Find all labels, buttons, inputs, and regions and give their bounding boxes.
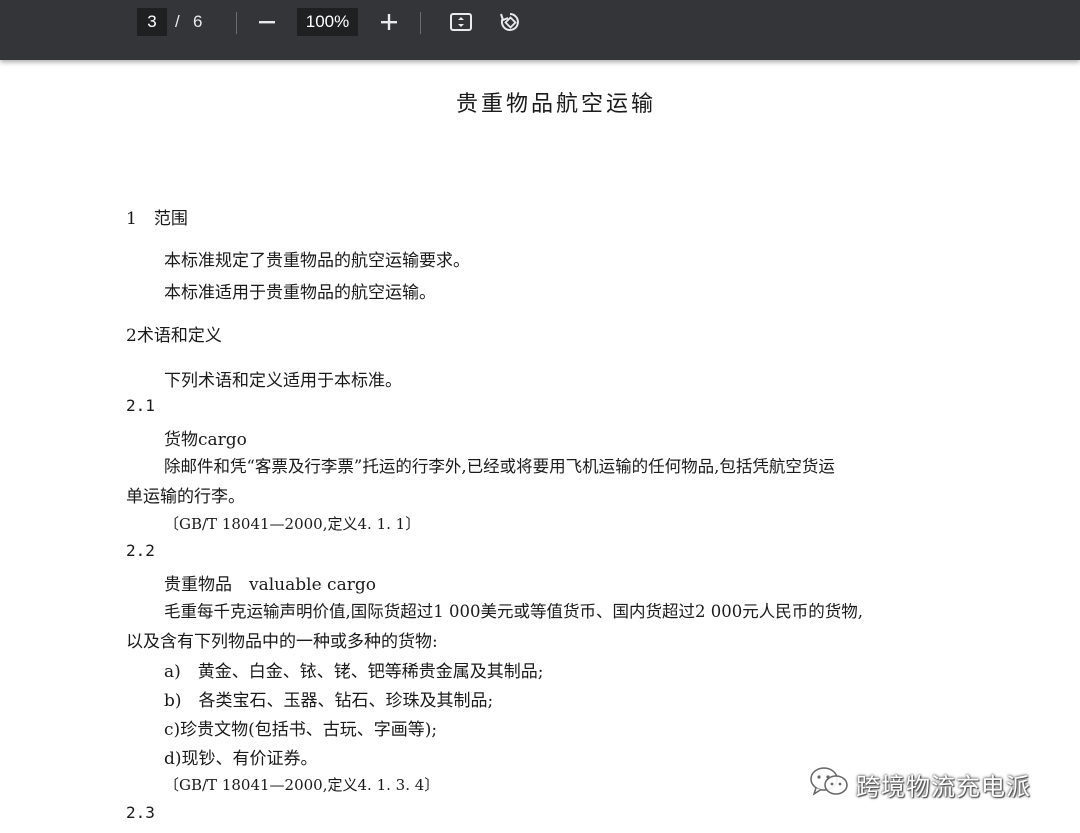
pdf-toolbar: 3 / 6 100% — [0, 0, 1080, 60]
list-item: b) 各类宝石、玉器、钻石、珍珠及其制品; — [164, 691, 494, 711]
document-title: 贵重物品航空运输 — [455, 92, 656, 117]
term-name: 贵重物品 valuable cargo — [164, 575, 376, 595]
zoom-in-icon[interactable] — [373, 6, 405, 38]
toolbar-divider — [420, 12, 421, 34]
clause-number: 2.2 — [126, 541, 155, 560]
term-name: 货物cargo — [164, 430, 247, 450]
term-definition: 单运输的行李。 — [126, 487, 245, 507]
term-definition: 毛重每千克运输声明价值,国际货超过1 000美元或等值货币、国内货超过2 000… — [164, 602, 863, 621]
term-definition: 以及含有下列物品中的一种或多种的货物: — [126, 632, 438, 652]
clause-number: 2.1 — [126, 396, 155, 415]
watermark: 跨境物流充电派 — [808, 762, 1031, 806]
term-definition: 除邮件和凭“客票及行李票”托运的行李外,已经或将要用飞机运输的任何物品,包括凭航… — [164, 457, 835, 476]
section-1-heading: 1 范围 — [126, 209, 188, 229]
list-item: d)现钞、有价证券。 — [164, 749, 318, 769]
section-1-paragraph: 本标准适用于贵重物品的航空运输。 — [164, 283, 436, 303]
fit-page-icon[interactable] — [445, 6, 477, 38]
total-pages: 6 — [193, 12, 203, 31]
page-separator: / — [175, 12, 180, 31]
reference-citation: 〔GB/T 18041—2000,定义4. 1. 1〕 — [164, 515, 421, 533]
page-number-input[interactable]: 3 — [137, 8, 167, 36]
reference-citation: 〔GB/T 18041—2000,定义4. 1. 3. 4〕 — [164, 776, 440, 794]
clause-number: 2.3 — [126, 803, 155, 822]
section-2-heading: 2术语和定义 — [126, 326, 222, 346]
list-item: a) 黄金、白金、铱、铑、钯等稀贵金属及其制品; — [164, 662, 544, 682]
section-1-paragraph: 本标准规定了贵重物品的航空运输要求。 — [164, 251, 470, 271]
list-item: c)珍贵文物(包括书、古玩、字画等); — [164, 720, 438, 740]
zoom-out-icon[interactable] — [251, 6, 283, 38]
document-page: 贵重物品航空运输 1 范围 本标准规定了贵重物品的航空运输要求。 本标准适用于贵… — [0, 60, 1080, 833]
section-2-paragraph: 下列术语和定义适用于本标准。 — [164, 371, 402, 391]
zoom-level[interactable]: 100% — [297, 8, 358, 36]
wechat-icon — [808, 764, 850, 804]
toolbar-divider — [236, 12, 237, 34]
rotate-icon[interactable] — [494, 6, 526, 38]
watermark-text: 跨境物流充电派 — [856, 772, 1031, 801]
